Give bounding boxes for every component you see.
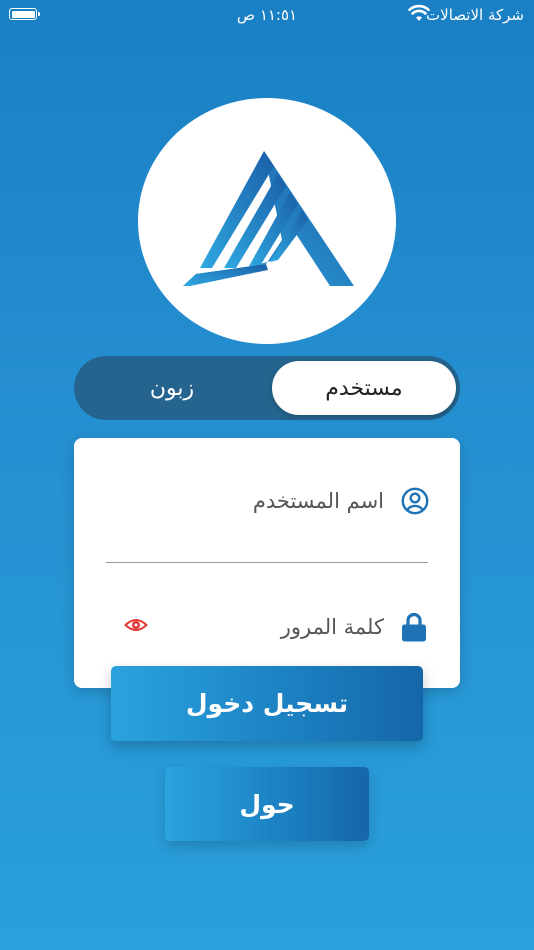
field-divider bbox=[106, 562, 428, 563]
status-bar: ١١:٥١ ص شركة الاتصالات bbox=[0, 0, 534, 30]
user-circle-icon bbox=[401, 487, 429, 515]
segment-customer[interactable]: زبون bbox=[74, 361, 270, 415]
eye-icon[interactable] bbox=[124, 615, 148, 635]
lock-icon bbox=[402, 612, 426, 642]
username-input[interactable] bbox=[184, 484, 384, 518]
password-input[interactable] bbox=[184, 610, 384, 644]
brand-logo-icon bbox=[183, 151, 354, 286]
segment-user[interactable]: مستخدم bbox=[272, 361, 456, 415]
carrier-name: شركة الاتصالات bbox=[426, 6, 524, 24]
login-button[interactable]: تسجيل دخول bbox=[111, 666, 423, 741]
login-card bbox=[74, 438, 460, 688]
logo-circle bbox=[138, 98, 396, 344]
about-button[interactable]: حول bbox=[165, 767, 369, 841]
account-type-toggle: زبون مستخدم bbox=[74, 356, 460, 420]
